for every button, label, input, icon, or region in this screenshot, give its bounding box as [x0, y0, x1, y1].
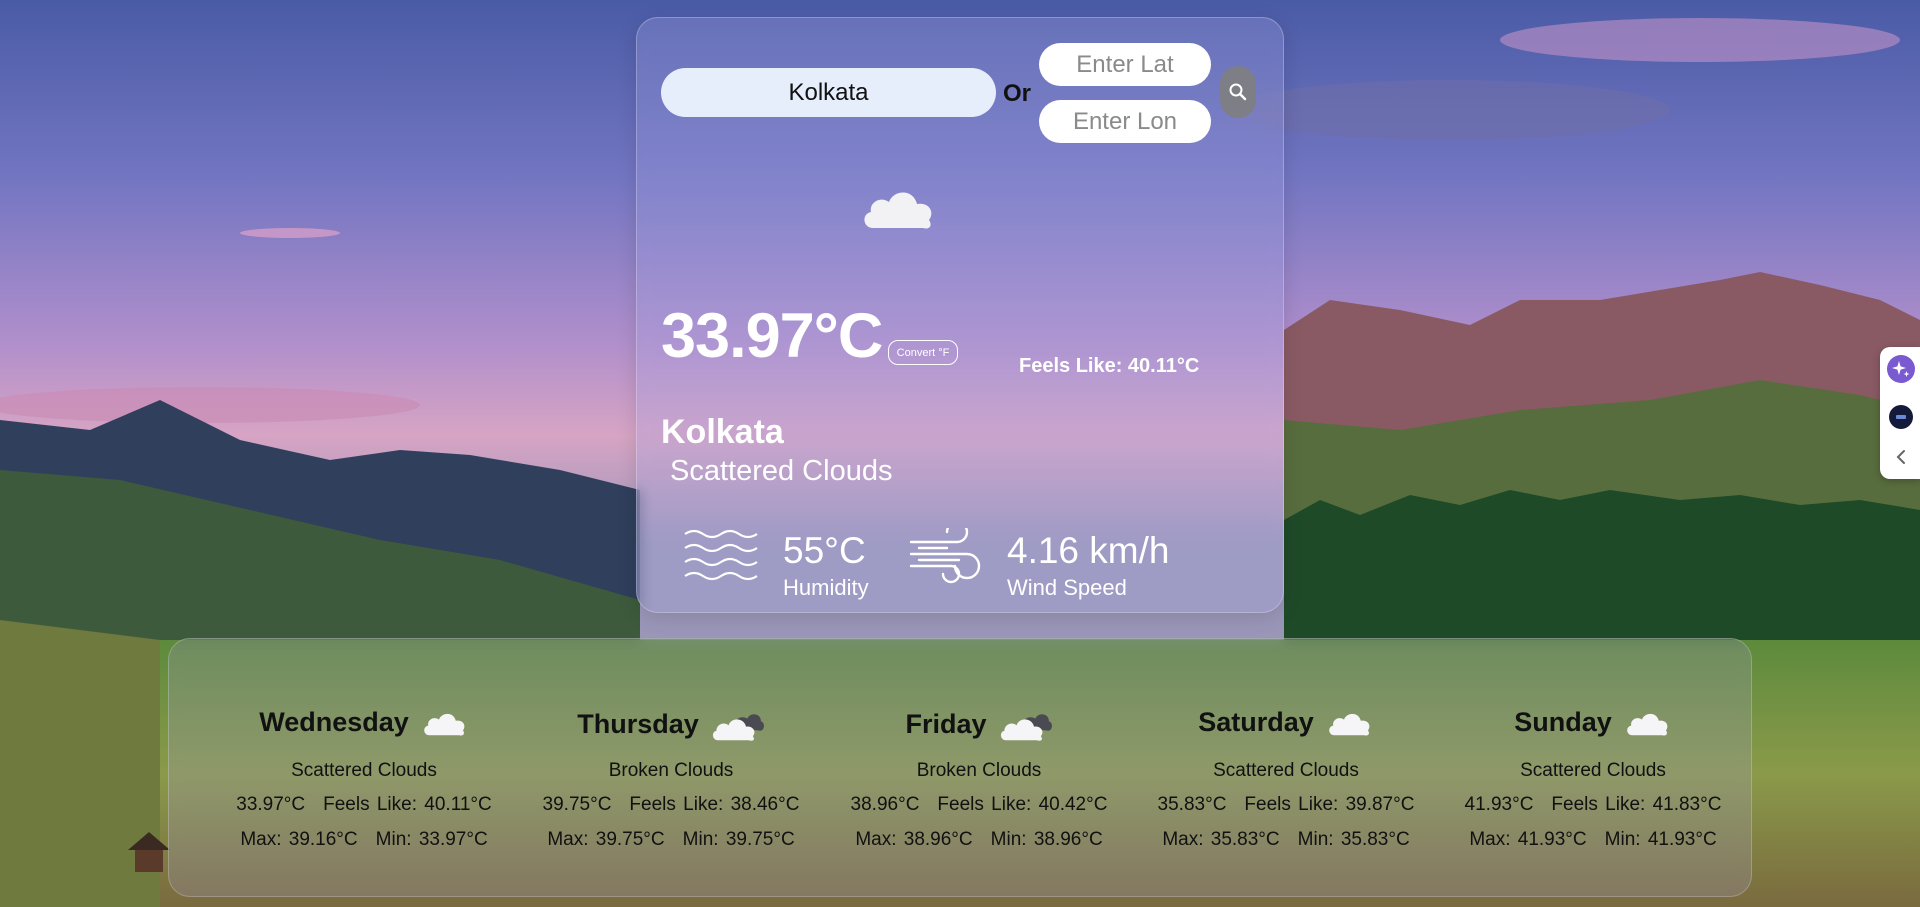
browser-extension-tab	[1880, 347, 1920, 479]
wind-speed-value: 4.16 km/h	[1007, 530, 1170, 571]
wind-speed-label: Wind Speed	[1007, 575, 1127, 600]
forecast-feels-like: Feels Like: 40.42°C	[937, 794, 1108, 815]
forecast-temp: 33.97°C	[236, 794, 306, 815]
sparkle-button[interactable]	[1887, 355, 1915, 383]
humidity-label: Humidity	[783, 575, 869, 600]
forecast-condition: Broken Clouds	[608, 760, 734, 781]
wind-icon	[909, 528, 981, 584]
extension-button[interactable]	[1887, 403, 1915, 431]
forecast-min: Min: 33.97°C	[375, 829, 488, 850]
humidity-value: 55°C	[783, 530, 866, 571]
forecast-condition: Scattered Clouds	[1213, 760, 1359, 781]
forecast-day-name: Wednesday	[259, 706, 409, 737]
forecast-panel: Wednesday Scattered Clouds 33.97°C Feels …	[168, 638, 1752, 897]
forecast-day: Wednesday Scattered Clouds 33.97°C Feels …	[211, 639, 517, 898]
forecast-day-name: Saturday	[1198, 706, 1314, 737]
forecast-day-name: Thursday	[577, 708, 699, 739]
collapse-button[interactable]	[1887, 443, 1915, 471]
forecast-temp: 38.96°C	[850, 794, 920, 815]
forecast-max: Max: 39.75°C	[547, 829, 665, 850]
sparkle-icon	[1887, 355, 1915, 383]
forecast-temp: 35.83°C	[1157, 794, 1227, 815]
cloud-icon	[424, 713, 465, 736]
cloud-icon	[1329, 713, 1370, 736]
weather-condition: Scattered Clouds	[670, 455, 893, 487]
forecast-condition: Scattered Clouds	[291, 760, 437, 781]
forecast-day-name: Sunday	[1514, 706, 1612, 737]
forecast-day: Saturday Scattered Clouds 35.83°C Feels L…	[1133, 639, 1439, 898]
forecast-feels-like: Feels Like: 39.87°C	[1244, 794, 1415, 815]
broken-clouds-icon	[1000, 714, 1052, 741]
current-weather-card: Or 33.97°C Convert °F Feels Like: 40.11°…	[636, 17, 1284, 613]
forecast-max: Max: 38.96°C	[855, 829, 973, 850]
forecast-feels-like: Feels Like: 40.11°C	[323, 794, 492, 815]
city-search-input[interactable]	[661, 68, 996, 117]
cloud-icon	[1627, 713, 1668, 736]
search-icon	[1229, 83, 1247, 101]
forecast-temp: 41.93°C	[1464, 794, 1534, 815]
forecast-min: Min: 38.96°C	[990, 829, 1103, 850]
broken-clouds-icon	[712, 714, 764, 741]
current-temperature: 33.97°C	[661, 301, 883, 371]
forecast-day: Sunday Scattered Clouds 41.93°C Feels Lik…	[1440, 639, 1746, 898]
forecast-max: Max: 41.93°C	[1469, 829, 1587, 850]
longitude-input[interactable]	[1039, 100, 1211, 143]
forecast-day: Thursday Broken Clouds 39.75°C Feels Like…	[518, 639, 824, 898]
cloud-icon	[864, 192, 932, 229]
forecast-min: Min: 39.75°C	[682, 829, 795, 850]
forecast-min: Min: 35.83°C	[1297, 829, 1410, 850]
city-name: Kolkata	[661, 413, 784, 451]
forecast-feels-like: Feels Like: 38.46°C	[629, 794, 800, 815]
convert-fahrenheit-button[interactable]: Convert °F	[888, 340, 958, 365]
forecast-temp: 39.75°C	[542, 794, 612, 815]
or-label: Or	[1003, 80, 1032, 107]
forecast-condition: Scattered Clouds	[1520, 760, 1666, 781]
forecast-day: Friday Broken Clouds 38.96°C Feels Like: …	[826, 639, 1132, 898]
forecast-max: Max: 39.16°C	[240, 829, 358, 850]
humidity-waves-icon	[684, 529, 758, 581]
forecast-condition: Broken Clouds	[916, 760, 1042, 781]
forecast-max: Max: 35.83°C	[1162, 829, 1280, 850]
extension-icon	[1889, 405, 1913, 429]
forecast-min: Min: 41.93°C	[1604, 829, 1717, 850]
forecast-feels-like: Feels Like: 41.83°C	[1551, 794, 1722, 815]
forecast-day-name: Friday	[905, 708, 987, 739]
feels-like: Feels Like: 40.11°C	[1019, 355, 1200, 377]
search-button[interactable]	[1220, 66, 1256, 118]
latitude-input[interactable]	[1039, 43, 1211, 86]
chevron-left-icon	[1896, 450, 1905, 464]
